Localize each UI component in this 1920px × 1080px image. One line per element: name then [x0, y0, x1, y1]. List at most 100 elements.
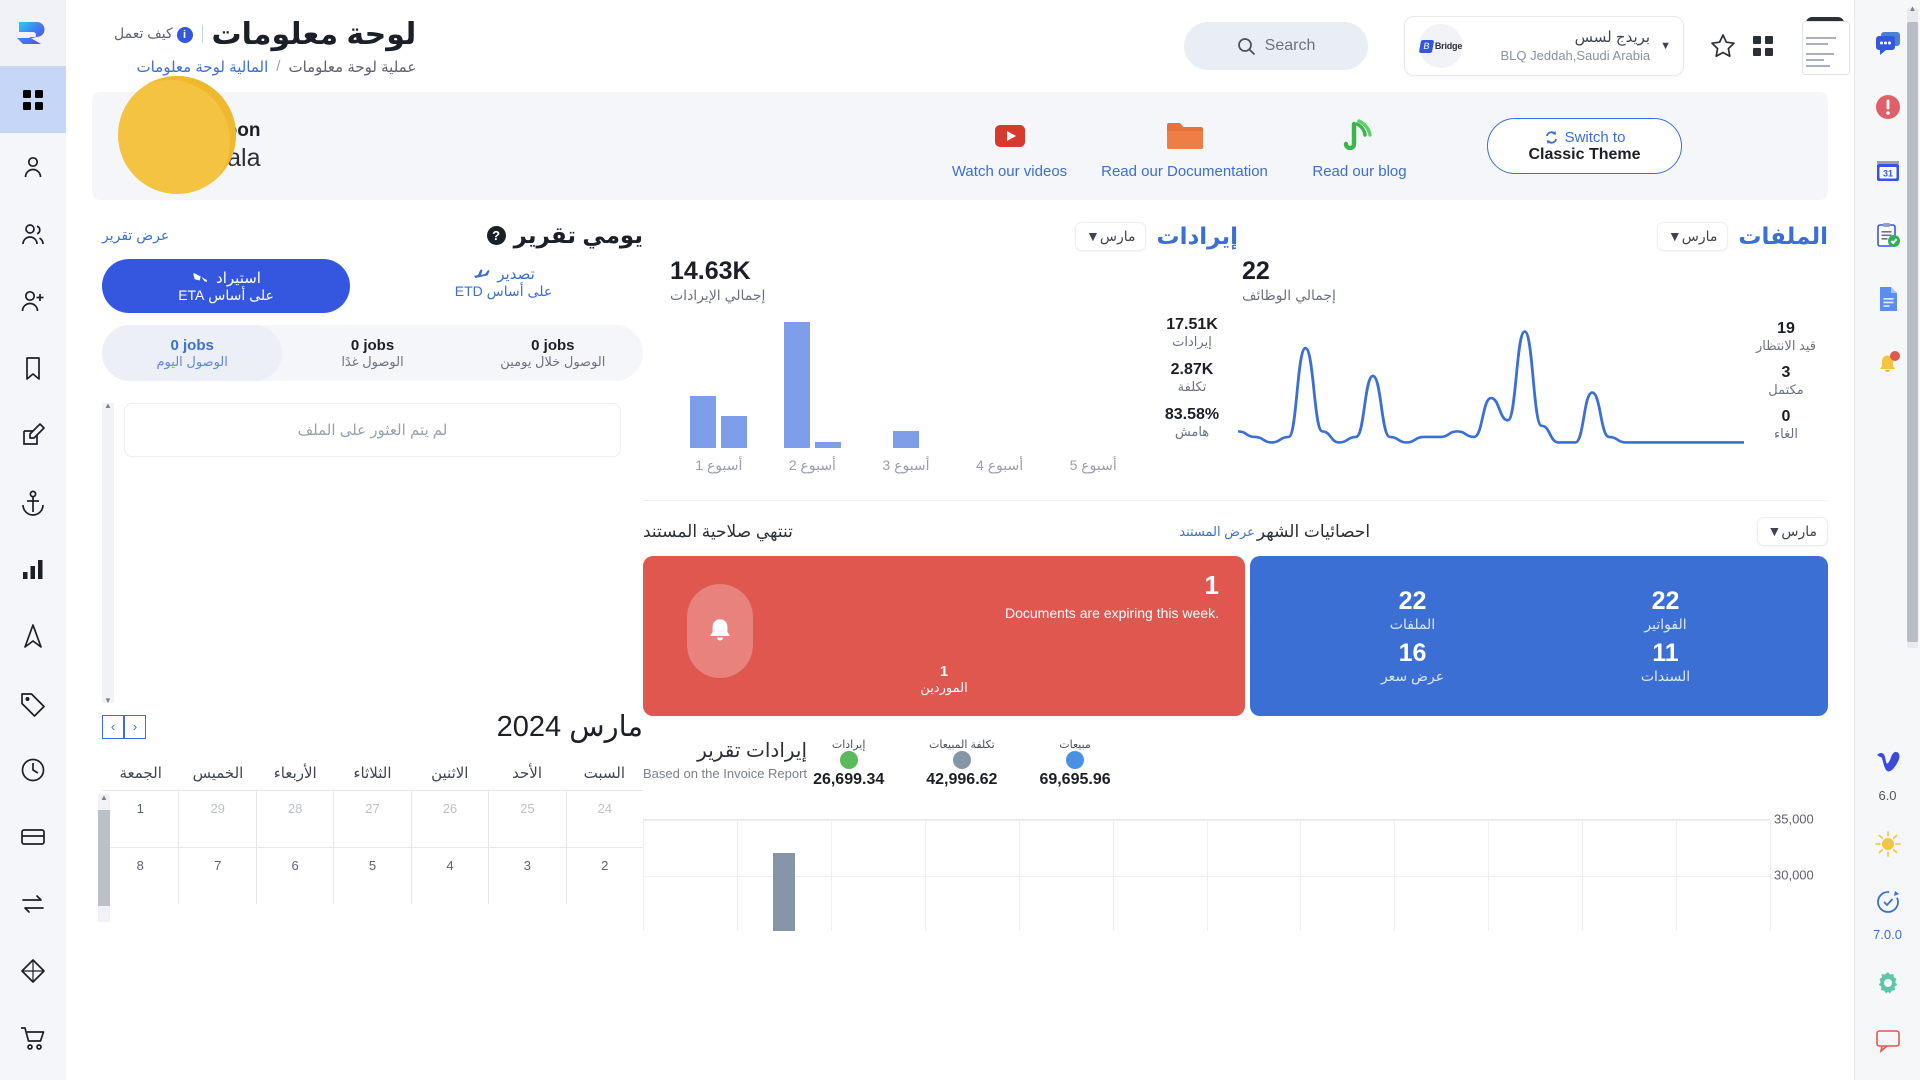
bookmark-icon — [26, 356, 40, 380]
sun-icon[interactable] — [1871, 827, 1905, 861]
legend-cogs-row — [926, 751, 997, 769]
right-rail-clock-icon[interactable] — [0, 736, 66, 803]
revenue-stat-cost-value: 2.87K — [1170, 361, 1214, 378]
calendar-day-cell[interactable]: 24 — [565, 791, 643, 847]
calendar-scrollbar[interactable] — [98, 793, 110, 922]
right-rail-tag-icon[interactable] — [0, 669, 66, 736]
calendar-day-cell[interactable]: 25 — [488, 791, 565, 847]
sync-check-icon[interactable] — [1871, 885, 1905, 919]
clock-icon — [21, 758, 45, 781]
calendar-prev-button[interactable]: ‹ — [124, 714, 146, 739]
revenue-month-selector[interactable]: مارس▼ — [1075, 222, 1147, 251]
banner-link-videos[interactable]: Watch our videos — [922, 113, 1097, 180]
calendar-next-button[interactable]: › — [102, 714, 124, 739]
calendar-day-cell[interactable]: 7 — [178, 848, 255, 904]
right-rail-anchor-icon[interactable] — [0, 468, 66, 535]
chat-icon[interactable] — [1871, 26, 1905, 60]
calendar-weekday: الثلاثاء — [353, 765, 392, 782]
calendar-day-cell[interactable]: 27 — [333, 791, 410, 847]
right-rail-navigation-arrow-icon[interactable] — [0, 602, 66, 669]
calendar-week-row: 2345678 — [102, 847, 643, 904]
job-2days[interactable]: 0 jobs الوصول خلال يومين — [463, 325, 643, 381]
calendar-day-cell[interactable]: 8 — [102, 848, 178, 904]
stats-month-selector[interactable]: مارس▼ — [1756, 517, 1828, 546]
right-rail-user-icon[interactable] — [0, 133, 66, 200]
calendar-day-cell[interactable]: 4 — [410, 848, 488, 904]
export-button-label: تصدير — [497, 266, 535, 283]
calendar-31-icon[interactable]: 31 — [1871, 154, 1905, 188]
revenue-bar — [690, 396, 717, 448]
banner-links: Read our blog Read our Documentation Wat… — [922, 113, 1447, 180]
calendar-day-cell[interactable]: 3 — [488, 848, 565, 904]
import-button[interactable]: استيراد على أساس ETA — [102, 259, 350, 313]
files-month-selector[interactable]: مارس▼ — [1656, 222, 1729, 251]
revenue-stat-cost: 2.87K تكلفة — [1146, 361, 1238, 395]
right-rail-bar-chart-icon[interactable] — [0, 535, 66, 602]
vimeo-v-icon[interactable] — [1871, 746, 1905, 780]
file-panel-scrollbar[interactable] — [102, 401, 114, 705]
job-2days-count: 0 jobs — [531, 336, 575, 354]
right-rail-bookmark-icon[interactable] — [0, 334, 66, 401]
job-today[interactable]: 0 jobs الوصول اليوم — [102, 325, 283, 381]
calendar-day-cell[interactable]: 26 — [410, 791, 488, 847]
calendar-nav: ‹ › — [102, 714, 146, 739]
switch-theme-button[interactable]: Switch to Classic Theme — [1487, 118, 1682, 174]
right-rail-users-group-icon[interactable] — [0, 200, 66, 267]
right-rail-cube-icon[interactable] — [0, 937, 66, 1004]
calendar-day-cell[interactable]: 2 — [565, 848, 643, 904]
revenue-stat-revenue-label: إيرادات — [1172, 334, 1212, 349]
legend-revenue-row — [813, 751, 884, 769]
chevron-down-icon: ▼ — [1767, 523, 1782, 539]
transfer-icon — [22, 894, 44, 913]
star-icon[interactable] — [1708, 31, 1738, 61]
task-check-icon[interactable] — [1871, 218, 1905, 252]
business-selector[interactable]: ▼ بريدج لسس BLQ Jeddah,Saudi Arabia Brid… — [1404, 16, 1684, 76]
right-rail-dashboard-grid-icon[interactable] — [0, 66, 66, 133]
banner-link-blog[interactable]: Read our blog — [1272, 113, 1447, 180]
right-rail-edit-square-icon[interactable] — [0, 401, 66, 468]
calendar-day-cell[interactable]: 29 — [178, 791, 255, 847]
view-report-link[interactable]: عرض تقرير — [102, 227, 169, 244]
search-placeholder: Search — [1264, 37, 1316, 54]
banner-link-documentation[interactable]: Read our Documentation — [1097, 113, 1272, 180]
right-rail-add-user-icon[interactable] — [0, 267, 66, 334]
right-rail-transfer-icon[interactable] — [0, 870, 66, 937]
comment-icon[interactable] — [1871, 1024, 1905, 1058]
top-bar: ▼ بريدج لسس BLQ Jeddah,Saudi Arabia Brid… — [66, 0, 1854, 92]
page-header: لوحة معلومات i كيف تعمل عملية لوحة معلوم… — [88, 17, 416, 76]
export-button[interactable]: تصدير على أساس ETD — [364, 259, 643, 300]
job-tomorrow[interactable]: 0 jobs الوصول غدًا — [282, 325, 462, 381]
revenue-card: إيرادات مارس▼ 14.63K إجمالي الإيرادات 17… — [666, 222, 1238, 484]
settings-gear-icon[interactable] — [1871, 966, 1905, 1000]
how-it-works-link[interactable]: i كيف تعمل — [114, 25, 203, 43]
right-rail-credit-card-icon[interactable] — [0, 803, 66, 870]
right-rail-shopping-cart-icon[interactable] — [0, 1004, 66, 1071]
calendar-day-cell[interactable]: 28 — [255, 791, 333, 847]
breadcrumb-parent[interactable]: المالية لوحة معلومات — [136, 58, 268, 76]
alert-icon[interactable] — [1871, 90, 1905, 124]
files-stat-pending: 19 قيد الانتظار — [1744, 320, 1828, 354]
calendar-header: مارس 2024 ‹ › — [102, 709, 643, 744]
calendar-day-cell[interactable]: 5 — [333, 848, 410, 904]
export-button-line1: تصدير — [364, 265, 643, 283]
question-mark-icon[interactable]: ? — [486, 226, 506, 245]
search-input[interactable]: Search — [1184, 22, 1368, 70]
import-button-line1: استيراد — [191, 269, 261, 287]
calendar-day-cell[interactable]: 1 — [102, 791, 178, 847]
job-tomorrow-label: الوصول غدًا — [341, 353, 404, 369]
document-icon[interactable] — [1871, 282, 1905, 316]
bridge-b-logo[interactable] — [0, 0, 66, 66]
notification-bell-icon[interactable] — [1871, 346, 1905, 380]
grid-apps-icon[interactable] — [1748, 31, 1778, 61]
right-rail-items — [0, 66, 66, 1071]
calendar-day-cell[interactable]: 6 — [255, 848, 333, 904]
stat-quotations-value: 16 — [1398, 639, 1427, 667]
file-list-panel: لم يتم العثور على الملف — [102, 401, 643, 705]
files-stat-completed: 3 مكتمل — [1744, 364, 1828, 398]
stat-files-value: 22 — [1398, 587, 1427, 615]
files-total: 22 إجمالي الوظائف — [1238, 257, 1828, 304]
view-document-link[interactable]: عرض المستند — [1179, 524, 1255, 540]
refresh-icon — [1545, 130, 1557, 144]
left-rail-scrollbar[interactable] — [1907, 4, 1918, 648]
chevron-down-icon[interactable]: ▼ — [1660, 40, 1671, 52]
